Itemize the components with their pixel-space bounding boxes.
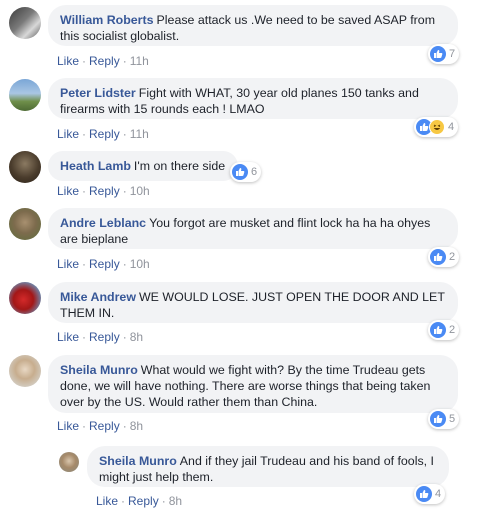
comment-actions: Like · Reply · 8h [57, 419, 143, 433]
reply-link[interactable]: Reply [89, 330, 120, 344]
comment-text: I'm on there side [133, 159, 226, 173]
timestamp[interactable]: 11h [130, 127, 149, 141]
reaction-summary[interactable]: 2 [428, 247, 460, 267]
comment-actions: Like · Reply · 8h [57, 330, 143, 344]
separator: · [82, 330, 87, 344]
like-icon [430, 411, 446, 427]
separator: · [122, 330, 127, 344]
reaction-count: 2 [449, 251, 456, 263]
separator: · [122, 54, 127, 68]
timestamp[interactable]: 8h [169, 494, 182, 508]
haha-icon [429, 119, 445, 135]
reaction-count: 2 [449, 324, 456, 336]
avatar[interactable] [9, 355, 41, 387]
reaction-summary[interactable]: 6 [230, 162, 262, 182]
like-icon [430, 322, 446, 338]
separator: · [82, 184, 87, 198]
comment-author[interactable]: Peter Lidster [60, 86, 136, 100]
separator: · [82, 54, 87, 68]
avatar[interactable] [59, 452, 79, 472]
avatar[interactable] [9, 7, 41, 39]
like-link[interactable]: Like [57, 330, 79, 344]
like-icon [232, 164, 248, 180]
comment-author[interactable]: Andre Leblanc [60, 216, 146, 230]
separator: · [161, 494, 166, 508]
comment-author[interactable]: Mike Andrew [60, 290, 136, 304]
reply-link[interactable]: Reply [89, 184, 120, 198]
reaction-count: 4 [435, 488, 442, 500]
separator: · [82, 257, 87, 271]
like-icon [430, 249, 446, 265]
reaction-summary[interactable]: 7 [428, 44, 460, 64]
like-link[interactable]: Like [96, 494, 118, 508]
reaction-count: 6 [251, 166, 258, 178]
comment-actions: Like · Reply · 8h [96, 494, 182, 508]
reply-link[interactable]: Reply [89, 257, 120, 271]
reply-link[interactable]: Reply [89, 54, 120, 68]
comment-author[interactable]: Sheila Munro [99, 454, 177, 468]
reaction-summary[interactable]: 4 [414, 484, 446, 504]
comment-bubble: Sheila Munro And if they jail Trudeau and… [87, 446, 449, 487]
comment-author[interactable]: Heath Lamb [60, 159, 131, 173]
reaction-summary[interactable]: 4 [414, 117, 459, 137]
separator: · [122, 184, 127, 198]
comment-bubble: William Roberts Please attack us .We need… [48, 5, 458, 46]
comment-actions: Like · Reply · 11h [57, 54, 149, 68]
separator: · [82, 127, 87, 141]
comment-actions: Like · Reply · 10h [57, 184, 150, 198]
avatar[interactable] [9, 282, 41, 314]
comment-bubble: Peter Lidster Fight with WHAT, 30 year ol… [48, 78, 458, 119]
avatar[interactable] [9, 208, 41, 240]
like-link[interactable]: Like [57, 54, 79, 68]
avatar[interactable] [9, 151, 41, 183]
timestamp[interactable]: 8h [130, 419, 143, 433]
reaction-count: 7 [449, 48, 456, 60]
reaction-count: 5 [449, 413, 456, 425]
like-link[interactable]: Like [57, 127, 79, 141]
reaction-summary[interactable]: 5 [428, 409, 460, 429]
separator: · [121, 494, 126, 508]
like-link[interactable]: Like [57, 257, 79, 271]
separator: · [122, 127, 127, 141]
comment-actions: Like · Reply · 10h [57, 257, 150, 271]
reaction-summary[interactable]: 2 [428, 320, 460, 340]
separator: · [122, 257, 127, 271]
reply-link[interactable]: Reply [89, 419, 120, 433]
like-icon [416, 486, 432, 502]
separator: · [82, 419, 87, 433]
separator: · [122, 419, 127, 433]
comment-bubble: Heath Lamb I'm on there side [48, 151, 238, 181]
timestamp[interactable]: 8h [130, 330, 143, 344]
avatar[interactable] [9, 79, 41, 111]
like-link[interactable]: Like [57, 419, 79, 433]
timestamp[interactable]: 10h [130, 257, 150, 271]
comment-actions: Like · Reply · 11h [57, 127, 149, 141]
comment-bubble: Mike Andrew WE WOULD LOSE. JUST OPEN THE … [48, 282, 458, 323]
timestamp[interactable]: 10h [130, 184, 150, 198]
comment-author[interactable]: William Roberts [60, 13, 154, 27]
reply-link[interactable]: Reply [89, 127, 120, 141]
like-link[interactable]: Like [57, 184, 79, 198]
comment-bubble: Andre Leblanc You forgot are musket and f… [48, 208, 458, 249]
comment-bubble: Sheila Munro What would we fight with? By… [48, 355, 458, 413]
like-icon [430, 46, 446, 62]
reaction-count: 4 [448, 121, 455, 133]
comment-author[interactable]: Sheila Munro [60, 363, 138, 377]
reply-link[interactable]: Reply [128, 494, 159, 508]
timestamp[interactable]: 11h [130, 54, 149, 68]
